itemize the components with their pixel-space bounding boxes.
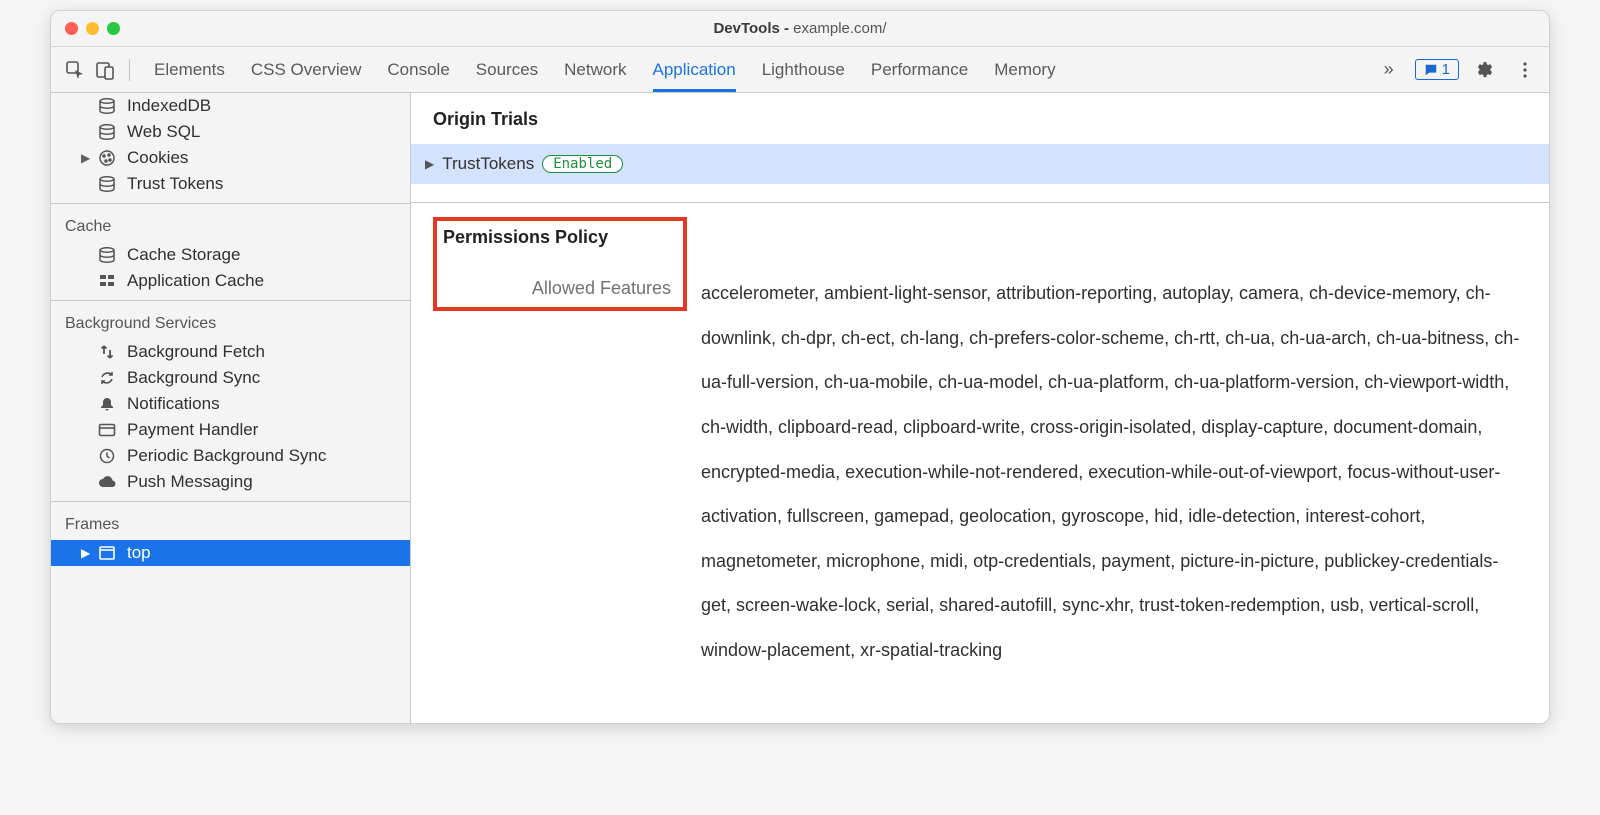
sidebar-item-label: Push Messaging: [127, 472, 253, 492]
sidebar-item-label: Background Fetch: [127, 342, 265, 362]
permissions-policy-highlight: Permissions Policy Allowed Features: [433, 217, 687, 311]
sidebar-item-label: Cookies: [127, 148, 188, 168]
sidebar-item-periodic-background-sync[interactable]: Periodic Background Sync: [51, 443, 410, 469]
toolbar-divider: [129, 59, 130, 81]
zoom-window-button[interactable]: [107, 22, 120, 35]
cloud-icon: [97, 472, 117, 492]
sidebar-item-cache-storage[interactable]: Cache Storage: [51, 242, 410, 268]
toolbar: Elements CSS Overview Console Sources Networ…: [51, 47, 1549, 93]
tab-memory[interactable]: Memory: [994, 47, 1055, 92]
panel-tabs: Elements CSS Overview Console Sources Networ…: [154, 47, 1373, 92]
frame-top[interactable]: ▶ top: [51, 540, 410, 566]
sidebar-item-background-fetch[interactable]: Background Fetch: [51, 339, 410, 365]
bell-icon: [97, 394, 117, 414]
db-icon: [97, 174, 117, 194]
clock-icon: [97, 446, 117, 466]
sidebar-item-label: IndexedDB: [127, 96, 211, 116]
sidebar-item-background-sync[interactable]: Background Sync: [51, 365, 410, 391]
trial-name: TrustTokens: [442, 154, 534, 174]
db-icon: [97, 245, 117, 265]
sidebar-item-label: Application Cache: [127, 271, 264, 291]
trial-status-pill: Enabled: [542, 155, 623, 173]
application-sidebar: IndexedDB Web SQL ▶ Cookies Trust Tokens Cac…: [51, 93, 411, 723]
sidebar-item-cookies[interactable]: ▶ Cookies: [51, 145, 410, 171]
main-content: Origin Trials ▶ TrustTokens Enabled Perm…: [411, 93, 1549, 723]
db-icon: [97, 96, 117, 116]
chat-icon: [1424, 63, 1438, 77]
frame-top-label: top: [127, 543, 151, 563]
fetch-icon: [97, 342, 117, 362]
minimize-window-button[interactable]: [86, 22, 99, 35]
sync-icon: [97, 368, 117, 388]
sidebar-item-label: Payment Handler: [127, 420, 258, 440]
inspect-element-icon[interactable]: [61, 56, 89, 84]
traffic-lights: [51, 22, 120, 35]
sidebar-item-web-sql[interactable]: Web SQL: [51, 119, 410, 145]
sidebar-item-label: Periodic Background Sync: [127, 446, 326, 466]
more-tabs-icon[interactable]: »: [1375, 56, 1403, 84]
sidebar-item-application-cache[interactable]: Application Cache: [51, 268, 410, 294]
sidebar-item-indexeddb[interactable]: IndexedDB: [51, 93, 410, 119]
allowed-features-label: Allowed Features: [437, 276, 671, 299]
cookie-icon: [97, 148, 117, 168]
disclosure-triangle-icon: ▶: [425, 157, 434, 171]
tab-elements[interactable]: Elements: [154, 47, 225, 92]
window-icon: [97, 543, 117, 563]
disclosure-triangle-icon: ▶: [81, 546, 90, 560]
window-title: DevTools - example.com/: [51, 20, 1549, 37]
sidebar-item-label: Cache Storage: [127, 245, 240, 265]
tab-lighthouse[interactable]: Lighthouse: [762, 47, 845, 92]
settings-icon[interactable]: [1471, 56, 1499, 84]
permissions-policy-header: Permissions Policy: [437, 227, 671, 248]
sidebar-item-push-messaging[interactable]: Push Messaging: [51, 469, 410, 495]
tab-application[interactable]: Application: [653, 47, 736, 92]
tab-sources[interactable]: Sources: [476, 47, 538, 92]
device-toggle-icon[interactable]: [91, 56, 119, 84]
frames-section-header: Frames: [51, 508, 410, 540]
allowed-features-list: accelerometer, ambient-light-sensor, att…: [701, 271, 1527, 673]
origin-trial-row[interactable]: ▶ TrustTokens Enabled: [411, 144, 1549, 184]
cache-section-header: Cache: [51, 210, 410, 242]
sidebar-item-label: Web SQL: [127, 122, 200, 142]
sidebar-item-trust-tokens[interactable]: Trust Tokens: [51, 171, 410, 197]
kebab-menu-icon[interactable]: [1511, 56, 1539, 84]
tab-css-overview[interactable]: CSS Overview: [251, 47, 362, 92]
tab-network[interactable]: Network: [564, 47, 626, 92]
sidebar-item-payment-handler[interactable]: Payment Handler: [51, 417, 410, 443]
sidebar-item-label: Notifications: [127, 394, 220, 414]
sidebar-item-label: Background Sync: [127, 368, 260, 388]
tab-performance[interactable]: Performance: [871, 47, 968, 92]
close-window-button[interactable]: [65, 22, 78, 35]
sidebar-item-label: Trust Tokens: [127, 174, 223, 194]
bg-services-header: Background Services: [51, 307, 410, 339]
titlebar: DevTools - example.com/: [51, 11, 1549, 47]
grid-icon: [97, 271, 117, 291]
db-icon: [97, 122, 117, 142]
card-icon: [97, 420, 117, 440]
devtools-window: DevTools - example.com/ Elements CSS Over…: [50, 10, 1550, 724]
issues-badge[interactable]: 1: [1415, 59, 1459, 80]
origin-trials-header: Origin Trials: [433, 109, 1527, 130]
sidebar-item-notifications[interactable]: Notifications: [51, 391, 410, 417]
tab-console[interactable]: Console: [387, 47, 449, 92]
disclosure-triangle-icon: ▶: [81, 151, 90, 165]
